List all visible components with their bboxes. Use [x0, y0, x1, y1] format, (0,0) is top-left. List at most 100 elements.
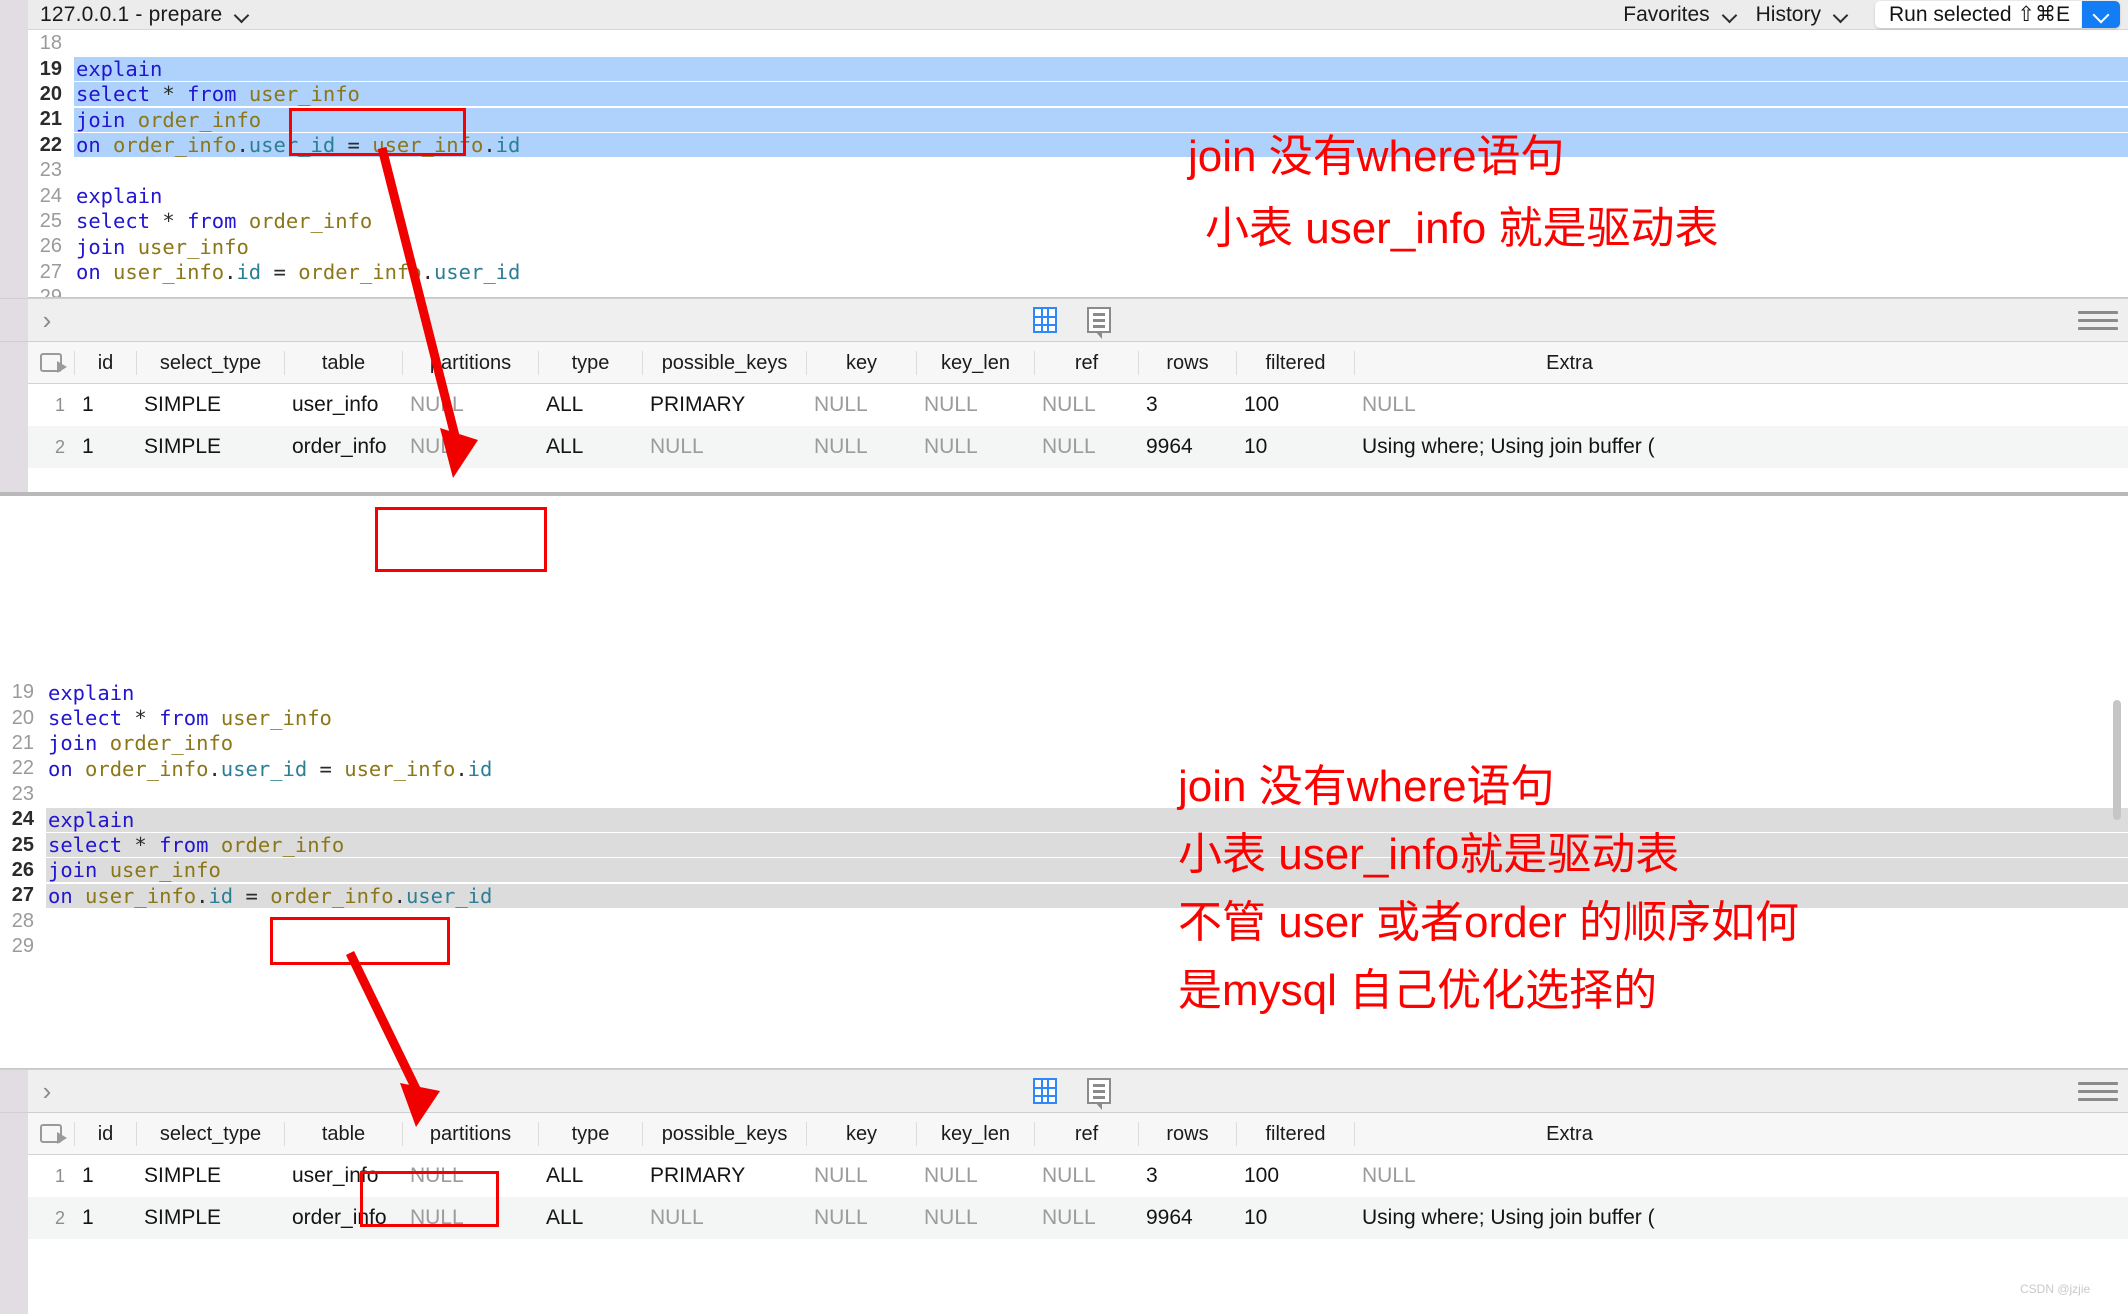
- column-header-key[interactable]: key: [806, 1121, 916, 1146]
- cell-rows[interactable]: 3: [1138, 393, 1236, 417]
- cell-select_type[interactable]: SIMPLE: [136, 1164, 284, 1188]
- code-line[interactable]: 29: [28, 285, 2128, 297]
- cell-filtered[interactable]: 10: [1236, 435, 1354, 459]
- column-header-possible_keys[interactable]: possible_keys: [642, 350, 806, 375]
- hamburger-menu-icon[interactable]: [2078, 306, 2118, 335]
- code-text[interactable]: join order_info: [46, 731, 233, 755]
- cell-key[interactable]: NULL: [806, 435, 916, 459]
- cell-filtered[interactable]: 10: [1236, 1206, 1354, 1230]
- cell-partitions[interactable]: NULL: [402, 1164, 538, 1188]
- column-header-partitions[interactable]: partitions: [402, 350, 538, 375]
- code-line[interactable]: 26 join user_info: [0, 858, 2128, 883]
- code-line[interactable]: 24 explain: [0, 807, 2128, 832]
- column-header-select_type[interactable]: select_type: [136, 350, 284, 375]
- code-text[interactable]: select * from user_info: [46, 706, 332, 730]
- cell-select_type[interactable]: SIMPLE: [136, 393, 284, 417]
- cell-ref[interactable]: NULL: [1034, 1164, 1138, 1188]
- code-text[interactable]: select * from order_info: [46, 833, 2128, 858]
- cell-partitions[interactable]: NULL: [402, 435, 538, 459]
- sql-editor-top[interactable]: 18 19 explain 20 select * from user_info 21 jo…: [28, 31, 2128, 297]
- cell-table[interactable]: user_info: [284, 1164, 402, 1188]
- connection-selector-label[interactable]: 127.0.0.1 - prepare: [40, 3, 222, 27]
- code-line[interactable]: 25 select * from order_info: [28, 209, 2128, 234]
- cell-possible_keys[interactable]: PRIMARY: [642, 393, 806, 417]
- cell-table[interactable]: order_info: [284, 435, 402, 459]
- column-header-key[interactable]: key: [806, 350, 916, 375]
- cell-key[interactable]: NULL: [806, 393, 916, 417]
- column-header-ref[interactable]: ref: [1034, 350, 1138, 375]
- code-text[interactable]: on user_info.id = order_info.user_id: [74, 260, 520, 284]
- cell-select_type[interactable]: SIMPLE: [136, 1206, 284, 1230]
- code-line[interactable]: 22 on order_info.user_id = user_info.id: [28, 133, 2128, 158]
- expand-chevron-right-icon[interactable]: ›: [28, 1076, 66, 1107]
- column-header-table[interactable]: table: [284, 350, 402, 375]
- column-header-possible_keys[interactable]: possible_keys: [642, 1121, 806, 1146]
- code-text[interactable]: on order_info.user_id = user_info.id: [46, 757, 492, 781]
- column-header-key_len[interactable]: key_len: [916, 350, 1034, 375]
- sql-editor-bottom[interactable]: 19 explain 20 select * from user_info 21 join…: [0, 680, 2128, 1070]
- cell-rows[interactable]: 3: [1138, 1164, 1236, 1188]
- cell-key_len[interactable]: NULL: [916, 393, 1034, 417]
- cell-ref[interactable]: NULL: [1034, 393, 1138, 417]
- cell-extra[interactable]: NULL: [1354, 393, 1784, 417]
- message-icon[interactable]: [1087, 307, 1111, 339]
- code-line[interactable]: 28: [0, 909, 2128, 934]
- column-header-type[interactable]: type: [538, 1121, 642, 1146]
- code-line[interactable]: 20 select * from user_info: [0, 705, 2128, 730]
- cell-filtered[interactable]: 100: [1236, 393, 1354, 417]
- cell-possible_keys[interactable]: NULL: [642, 1206, 806, 1230]
- table-row[interactable]: 2 1 SIMPLE order_info NULL ALL NULL NULL NULL NUL…: [28, 426, 2128, 468]
- column-header-table[interactable]: table: [284, 1121, 402, 1146]
- cell-type[interactable]: ALL: [538, 435, 642, 459]
- table-row[interactable]: 1 1 SIMPLE user_info NULL ALL PRIMARY NULL NULL N…: [28, 1155, 2128, 1197]
- column-header-key_len[interactable]: key_len: [916, 1121, 1034, 1146]
- code-line[interactable]: 26 join user_info: [28, 234, 2128, 259]
- column-header-rows[interactable]: rows: [1138, 350, 1236, 375]
- code-text[interactable]: join user_info: [46, 858, 2128, 883]
- column-header-filtered[interactable]: filtered: [1236, 1121, 1354, 1146]
- cell-id[interactable]: 1: [74, 393, 136, 417]
- cell-possible_keys[interactable]: PRIMARY: [642, 1164, 806, 1188]
- code-line[interactable]: 19 explain: [28, 56, 2128, 82]
- code-text[interactable]: join user_info: [74, 235, 249, 259]
- cell-type[interactable]: ALL: [538, 393, 642, 417]
- cell-rows[interactable]: 9964: [1138, 1206, 1236, 1230]
- cell-id[interactable]: 1: [74, 435, 136, 459]
- cell-extra[interactable]: Using where; Using join buffer (: [1354, 435, 1784, 459]
- column-header-ref[interactable]: ref: [1034, 1121, 1138, 1146]
- column-header-filtered[interactable]: filtered: [1236, 350, 1354, 375]
- history-menu[interactable]: History: [1750, 3, 1855, 27]
- message-icon[interactable]: [1087, 1078, 1111, 1110]
- run-options-dropdown-button[interactable]: [2082, 1, 2120, 28]
- code-line[interactable]: 23: [0, 782, 2128, 807]
- code-line[interactable]: 25 select * from order_info: [0, 832, 2128, 858]
- code-line[interactable]: 18: [28, 31, 2128, 56]
- code-line[interactable]: 22 on order_info.user_id = user_info.id: [0, 756, 2128, 781]
- grid-corner-export-icon[interactable]: [28, 353, 74, 373]
- cell-key[interactable]: NULL: [806, 1206, 916, 1230]
- cell-extra[interactable]: Using where; Using join buffer (: [1354, 1206, 1784, 1230]
- code-text[interactable]: explain: [46, 681, 134, 705]
- code-text[interactable]: explain: [74, 184, 162, 208]
- cell-select_type[interactable]: SIMPLE: [136, 435, 284, 459]
- table-row[interactable]: 1 1 SIMPLE user_info NULL ALL PRIMARY NULL NULL N…: [28, 384, 2128, 426]
- code-text[interactable]: on order_info.user_id = user_info.id: [74, 133, 2128, 158]
- cell-partitions[interactable]: NULL: [402, 1206, 538, 1230]
- code-text[interactable]: select * from order_info: [74, 209, 372, 233]
- code-text[interactable]: join order_info: [74, 107, 2128, 132]
- cell-extra[interactable]: NULL: [1354, 1164, 1784, 1188]
- column-header-id[interactable]: id: [74, 350, 136, 375]
- code-line[interactable]: 21 join order_info: [28, 107, 2128, 132]
- code-line[interactable]: 19 explain: [0, 680, 2128, 705]
- column-header-partitions[interactable]: partitions: [402, 1121, 538, 1146]
- cell-id[interactable]: 1: [74, 1206, 136, 1230]
- cell-key_len[interactable]: NULL: [916, 1164, 1034, 1188]
- cell-table[interactable]: user_info: [284, 393, 402, 417]
- cell-type[interactable]: ALL: [538, 1164, 642, 1188]
- code-line[interactable]: 23: [28, 158, 2128, 183]
- code-text[interactable]: explain: [74, 57, 2128, 82]
- cell-table[interactable]: order_info: [284, 1206, 402, 1230]
- grid-icon[interactable]: [1033, 1078, 1057, 1104]
- chevron-down-icon[interactable]: [1833, 7, 1849, 23]
- code-text[interactable]: on user_info.id = order_info.user_id: [46, 883, 2128, 908]
